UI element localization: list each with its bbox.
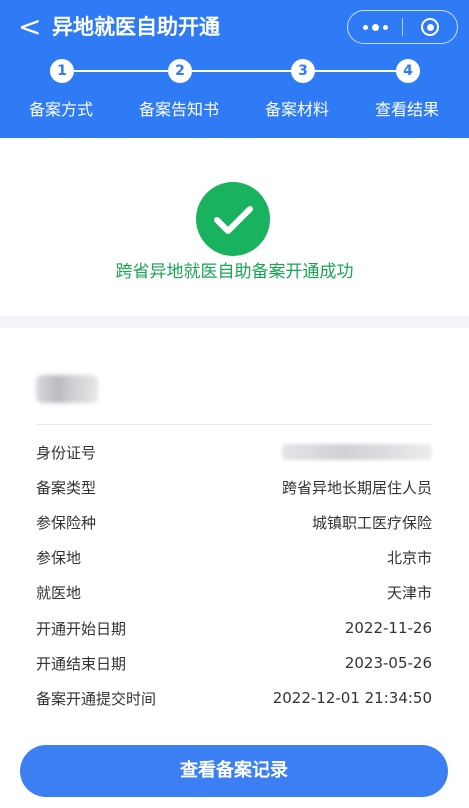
detail-row-end-date: 开通结束日期 2023-05-26 [36,651,432,675]
id-number-redacted [282,444,432,460]
detail-label: 身份证号 [36,443,97,462]
detail-value: 城镇职工医疗保险 [311,513,432,532]
detail-value: 北京市 [386,548,432,567]
back-icon[interactable]: < [18,12,41,42]
detail-label: 参保地 [36,548,82,567]
mini-program-capsule [347,10,458,44]
target-circle-icon [421,18,439,36]
step-3-number: 3 [291,59,315,83]
detail-row-type: 备案类型 跨省异地长期居住人员 [36,475,432,499]
more-dots-icon [362,23,388,31]
step-1-label: 备案方式 [28,100,93,119]
step-2-number: 2 [168,59,192,83]
result-panel: 跨省异地就医自助备案开通成功 [0,138,469,316]
detail-value: 2022-12-01 21:34:50 [272,689,432,707]
app-header: < 异地就医自助开通 1 2 3 4 备案方式 备案告知书 备案材料 查看结果 [0,0,469,138]
detail-row-submit-time: 备案开通提交时间 2022-12-01 21:34:50 [36,686,432,710]
detail-label: 就医地 [36,583,82,602]
success-check-icon [196,182,270,256]
step-connector [192,70,291,72]
step-connector [315,70,396,72]
step-connector [74,70,168,72]
success-message: 跨省异地就医自助备案开通成功 [115,262,354,282]
detail-label: 开通开始日期 [36,619,127,638]
detail-label: 参保险种 [36,513,97,532]
detail-row-insurance: 参保险种 城镇职工医疗保险 [36,510,432,534]
close-button[interactable] [403,11,457,43]
step-4-number: 4 [396,59,420,83]
detail-label: 备案类型 [36,478,97,497]
more-button[interactable] [348,11,402,43]
step-1-number: 1 [50,59,74,83]
step-3-label: 备案材料 [264,100,329,119]
detail-value: 天津市 [386,583,432,602]
detail-label: 备案开通提交时间 [36,689,157,708]
view-records-button[interactable]: 查看备案记录 [20,745,448,797]
detail-row-insured-place: 参保地 北京市 [36,545,432,569]
registration-details: 身份证号 备案类型 跨省异地长期居住人员 参保险种 城镇职工医疗保险 参保地 北… [0,328,469,808]
detail-row-treatment-place: 就医地 天津市 [36,580,432,604]
page-title: 异地就医自助开通 [52,15,220,39]
detail-value: 跨省异地长期居住人员 [281,478,432,497]
detail-value: 2023-05-26 [344,654,432,672]
step-4-label: 查看结果 [374,100,439,119]
divider [36,424,432,425]
detail-label: 开通结束日期 [36,654,127,673]
detail-row-start-date: 开通开始日期 2022-11-26 [36,616,432,640]
step-2-label: 备案告知书 [138,100,219,119]
detail-value: 2022-11-26 [344,619,432,637]
detail-row-id-number: 身份证号 [36,440,432,464]
name-redacted [36,375,98,403]
